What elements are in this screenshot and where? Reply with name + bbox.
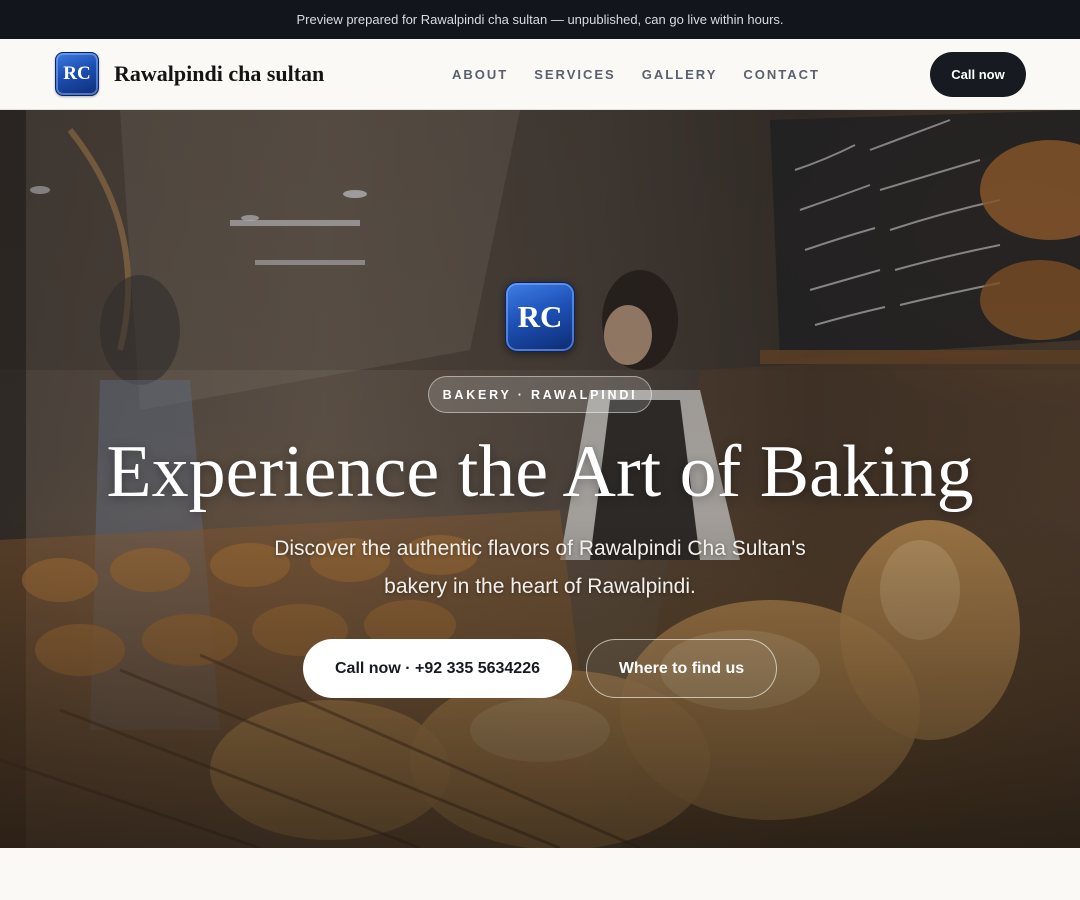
find-us-button[interactable]: Where to find us (586, 639, 777, 698)
brand-name: Rawalpindi cha sultan (114, 61, 325, 86)
nav-gallery[interactable]: GALLERY (642, 67, 718, 82)
hero-logo-badge: RC (505, 282, 575, 352)
preview-banner-text: Preview prepared for Rawalpindi cha sult… (296, 12, 784, 27)
hero-title: Experience the Art of Baking (106, 431, 974, 513)
logo-badge: RC (55, 52, 99, 96)
call-now-button[interactable]: Call now · +92 335 5634226 (303, 639, 572, 698)
nav-services[interactable]: SERVICES (534, 67, 616, 82)
hero-section: RC BAKERY · RAWALPINDI Experience the Ar… (0, 110, 1080, 848)
main-nav: ABOUT SERVICES GALLERY CONTACT (452, 39, 820, 109)
header-call-button[interactable]: Call now (930, 52, 1026, 97)
nav-contact[interactable]: CONTACT (743, 67, 820, 82)
next-section (0, 848, 1080, 900)
preview-banner: Preview prepared for Rawalpindi cha sult… (0, 0, 1080, 39)
category-pill: BAKERY · RAWALPINDI (428, 376, 652, 413)
hero-subtitle: Discover the authentic flavors of Rawalp… (274, 537, 806, 598)
nav-about[interactable]: ABOUT (452, 67, 508, 82)
brand-link[interactable]: RC Rawalpindi cha sultan (55, 52, 324, 96)
site-header: RC Rawalpindi cha sultan ABOUT SERVICES … (0, 39, 1080, 110)
